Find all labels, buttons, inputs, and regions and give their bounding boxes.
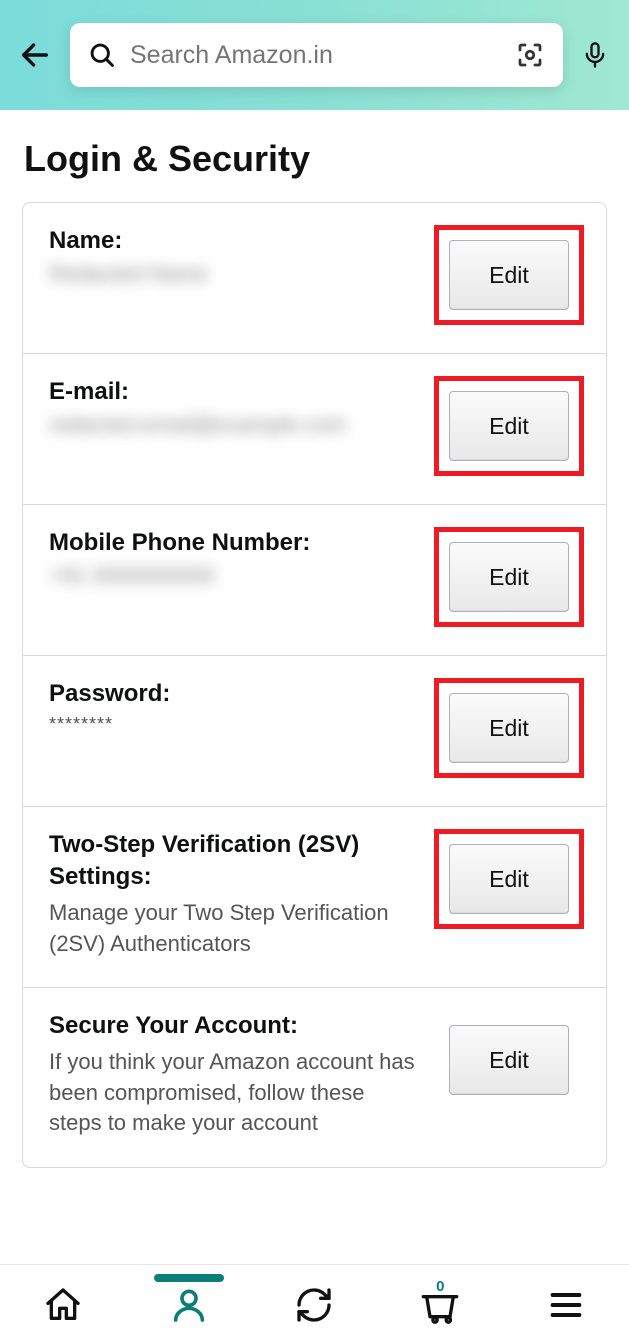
search-icon [88,41,116,69]
nav-menu[interactable] [543,1282,589,1328]
nav-refresh[interactable] [291,1282,337,1328]
search-input[interactable] [130,41,515,70]
nav-cart[interactable]: 0 [417,1282,463,1328]
back-button[interactable] [18,38,52,72]
edit-highlight: Edit [434,225,584,325]
password-row: Password: ******** Edit [23,655,606,806]
email-row: E-mail: redacted.email@example.com Edit [23,353,606,504]
login-security-settings: Name: Redacted Name Edit E-mail: redacte… [22,202,607,1168]
mobile-label: Mobile Phone Number: [49,527,418,559]
edit-twosv-button[interactable]: Edit [449,844,569,914]
nav-home[interactable] [40,1282,86,1328]
edit-name-button[interactable]: Edit [449,240,569,310]
name-row: Name: Redacted Name Edit [23,203,606,353]
twosv-label: Two-Step Verification (2SV) Settings: [49,829,418,894]
email-label: E-mail: [49,376,418,408]
mobile-value: +91 0000000000 [49,563,418,589]
email-value: redacted.email@example.com [49,412,418,438]
secure-desc: If you think your Amazon account has bee… [49,1047,418,1139]
search-bar[interactable] [70,23,563,87]
secure-label: Secure Your Account: [49,1010,418,1042]
edit-highlight: Edit [434,527,584,627]
microphone-icon[interactable] [581,36,611,74]
camera-lens-icon[interactable] [515,40,545,70]
twosv-row: Two-Step Verification (2SV) Settings: Ma… [23,806,606,987]
edit-email-button[interactable]: Edit [449,391,569,461]
active-tab-indicator [154,1274,224,1282]
app-header [0,0,629,110]
page-title: Login & Security [0,110,629,202]
edit-password-button[interactable]: Edit [449,693,569,763]
secure-account-row: Secure Your Account: If you think your A… [23,987,606,1167]
password-label: Password: [49,678,418,710]
mobile-row: Mobile Phone Number: +91 0000000000 Edit [23,504,606,655]
name-value: Redacted Name [49,261,418,287]
edit-highlight: Edit [434,829,584,929]
edit-container: Edit [434,1010,584,1110]
nav-account[interactable] [166,1282,212,1328]
edit-mobile-button[interactable]: Edit [449,542,569,612]
edit-highlight: Edit [434,376,584,476]
edit-secure-button[interactable]: Edit [449,1025,569,1095]
bottom-nav: 0 [0,1264,629,1344]
cart-count-badge: 0 [436,1278,444,1295]
twosv-desc: Manage your Two Step Verification (2SV) … [49,898,418,960]
password-value: ******** [49,714,418,735]
edit-highlight: Edit [434,678,584,778]
name-label: Name: [49,225,418,257]
